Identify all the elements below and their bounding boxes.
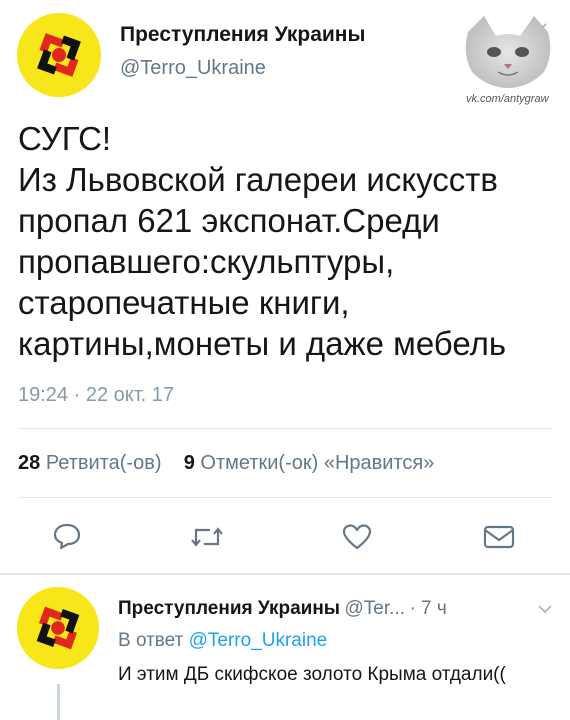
reply-icon[interactable]: [52, 522, 82, 550]
like-count: 9: [183, 452, 195, 474]
reply-text: И этим ДБ скифское золото Крыма отдали((: [118, 664, 506, 685]
reply-author-avatar[interactable]: [17, 587, 99, 669]
retweet-count: 28: [18, 452, 41, 474]
like-stat[interactable]: 9 Отметки(-ок) «Нравится»: [184, 452, 435, 474]
swastika-emblem-icon: [17, 587, 99, 669]
retweet-label: Ретвита(-ов): [45, 452, 162, 474]
reply-chevron-down-icon[interactable]: [538, 604, 552, 614]
author-handle[interactable]: @Terro_Ukraine: [120, 57, 266, 80]
divider: [18, 428, 552, 429]
watermark-text: vk.com/antygraw: [466, 93, 549, 105]
like-heart-icon[interactable]: [342, 523, 372, 551]
retweet-icon[interactable]: [190, 524, 224, 550]
reply-header: Преступления Украины @Ter... · 7 ч: [118, 598, 447, 620]
in-reply-to: В ответ @Terro_Ukraine: [118, 630, 327, 652]
thread-line: [57, 684, 60, 720]
in-reply-handle-link[interactable]: @Terro_Ukraine: [189, 630, 328, 651]
direct-message-icon[interactable]: [483, 524, 515, 550]
reply-time: · 7 ч: [409, 598, 447, 619]
like-label: Отметки(-ок) «Нравится»: [200, 452, 435, 474]
swastika-emblem-icon: [17, 13, 101, 97]
tweet-stats: 28 Ретвита(-ов) 9 Отметки(-ок) «Нравится…: [18, 452, 434, 475]
author-avatar[interactable]: [17, 13, 101, 97]
section-separator: [0, 573, 570, 575]
divider: [18, 497, 552, 498]
tweet-timestamp[interactable]: 19:24 · 22 окт. 17: [18, 384, 174, 407]
author-name[interactable]: Преступления Украины: [120, 23, 365, 47]
retweet-stat[interactable]: 28 Ретвита(-ов): [18, 452, 161, 474]
reply-author-name[interactable]: Преступления Украины: [118, 598, 340, 619]
tweet-text: СУГС! Из Львовской галереи искусств проп…: [18, 120, 507, 362]
in-reply-prefix: В ответ: [118, 630, 184, 651]
reply-author-handle[interactable]: @Ter...: [345, 598, 405, 619]
watermark-cat-image: [458, 14, 558, 97]
